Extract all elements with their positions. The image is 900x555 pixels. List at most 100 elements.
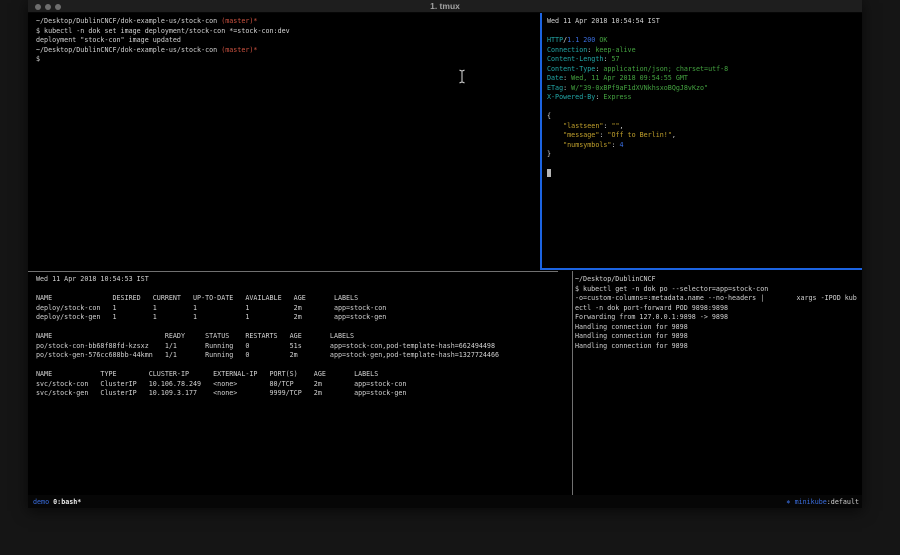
- text-segment: -o=custom-columns=:metadata.name --no-he…: [575, 294, 857, 302]
- text-segment: 1.1 200: [567, 36, 595, 44]
- text-segment: "message": [563, 131, 599, 139]
- terminal-line: deploy/stock-con 1 1 1 1 2m app=stock-co…: [36, 304, 571, 314]
- text-segment: ,: [672, 131, 676, 139]
- text-segment: $ kubectl -n dok set image deployment/st…: [36, 27, 290, 35]
- text-segment: {: [547, 112, 551, 120]
- status-kube-context: ⎈ minikube:default: [787, 498, 859, 506]
- pane-http-response[interactable]: Wed 11 Apr 2018 10:54:54 ISTHTTP/1.1 200…: [542, 13, 862, 268]
- terminal-line: [36, 323, 571, 333]
- text-segment: deployment "stock-con" image updated: [36, 36, 181, 44]
- terminal-line: HTTP/1.1 200 OK: [547, 36, 862, 46]
- text-segment: svc/stock-gen ClusterIP 10.109.3.177 <no…: [36, 389, 406, 397]
- terminal-line: ETag: W/"39-0xBPf9aF1dXVNkhsxoBQgJ8vKzo": [547, 84, 862, 94]
- terminal-line: X-Powered-By: Express: [547, 93, 862, 103]
- terminal-line: $: [36, 55, 538, 65]
- terminal-line: [547, 27, 862, 37]
- terminal-line: NAME READY STATUS RESTARTS AGE LABELS: [36, 332, 571, 342]
- text-segment: :: [563, 84, 571, 92]
- text-segment: Express: [603, 93, 631, 101]
- text-segment: HTTP: [547, 36, 563, 44]
- terminal-line: Content-Length: 57: [547, 55, 862, 65]
- terminal-line: deployment "stock-con" image updated: [36, 36, 538, 46]
- desktop-background: 1. tmux ~/Desktop/DublinCNCF/dok-example…: [0, 0, 900, 555]
- mouse-cursor-ibeam: [458, 69, 466, 84]
- text-segment: :default: [827, 498, 859, 506]
- traffic-light-buttons: [35, 4, 61, 10]
- terminal-line: [547, 103, 862, 113]
- pane-kubectl-resources[interactable]: Wed 11 Apr 2018 10:54:53 IST NAME DESIRED…: [28, 272, 571, 495]
- text-segment: NAME READY STATUS RESTARTS AGE LABELS: [36, 332, 354, 340]
- terminal-line: $ kubectl -n dok set image deployment/st…: [36, 27, 538, 37]
- terminal-line: ectl -n dok port-forward POD 9898:9898: [575, 304, 862, 314]
- close-button[interactable]: [35, 4, 41, 10]
- text-segment: Wed, 11 Apr 2018 09:54:55 GMT: [571, 74, 688, 82]
- text-segment: Handling connection for 9898: [575, 342, 688, 350]
- terminal-line: "message": "Off to Berlin!",: [547, 131, 862, 141]
- terminal-line: deploy/stock-gen 1 1 1 1 2m app=stock-ge…: [36, 313, 571, 323]
- text-segment: $: [36, 55, 40, 63]
- terminal-line: Handling connection for 9898: [575, 342, 862, 352]
- text-segment: Handling connection for 9898: [575, 332, 688, 340]
- text-segment: NAME DESIRED CURRENT UP-TO-DATE AVAILABL…: [36, 294, 358, 302]
- terminal-line: Handling connection for 9898: [575, 332, 862, 342]
- terminal-line: Wed 11 Apr 2018 10:54:53 IST: [36, 275, 571, 285]
- text-segment: ETag: [547, 84, 563, 92]
- terminal-window: 1. tmux ~/Desktop/DublinCNCF/dok-example…: [28, 0, 862, 508]
- window-titlebar[interactable]: 1. tmux: [28, 0, 862, 13]
- terminal-line: po/stock-gen-576cc688bb-44kmn 1/1 Runnin…: [36, 351, 571, 361]
- minimize-button[interactable]: [45, 4, 51, 10]
- text-segment: X-Powered-By: [547, 93, 595, 101]
- text-segment: 4: [620, 141, 624, 149]
- terminal-line: [547, 160, 862, 170]
- text-segment: "": [611, 122, 619, 130]
- terminal-line: po/stock-con-bb68f88fd-kzsxz 1/1 Running…: [36, 342, 571, 352]
- text-segment: Handling connection for 9898: [575, 323, 688, 331]
- terminal-line: [547, 169, 862, 179]
- terminal-line: Content-Type: application/json; charset=…: [547, 65, 862, 75]
- terminal-line: [36, 361, 571, 371]
- text-segment: ,: [620, 122, 624, 130]
- text-segment: Forwarding from 127.0.0.1:9898 -> 9898: [575, 313, 728, 321]
- pane-divider-vertical[interactable]: [572, 271, 573, 495]
- text-segment: NAME TYPE CLUSTER-IP EXTERNAL-IP PORT(S)…: [36, 370, 378, 378]
- text-segment: }: [547, 150, 551, 158]
- text-segment: ~/Desktop/DublinCNCF/dok-example-us/stoc…: [36, 17, 221, 25]
- text-segment: ectl -n dok port-forward POD 9898:9898: [575, 304, 728, 312]
- text-segment: Wed 11 Apr 2018 10:54:53 IST: [36, 275, 149, 283]
- text-segment: deploy/stock-gen 1 1 1 1 2m app=stock-ge…: [36, 313, 386, 321]
- text-segment: ~/Desktop/DublinCNCF/dok-example-us/stoc…: [36, 46, 221, 54]
- text-segment: [547, 169, 551, 177]
- text-segment: po/stock-gen-576cc688bb-44kmn 1/1 Runnin…: [36, 351, 499, 359]
- terminal-line: svc/stock-con ClusterIP 10.106.78.249 <n…: [36, 380, 571, 390]
- text-segment: :: [563, 74, 571, 82]
- terminal-line: Connection: keep-alive: [547, 46, 862, 56]
- pane-divider-horizontal-active[interactable]: [540, 268, 862, 270]
- zoom-button[interactable]: [55, 4, 61, 10]
- text-segment: :: [611, 141, 619, 149]
- text-segment: demo: [33, 498, 49, 506]
- text-segment: OK: [599, 36, 607, 44]
- text-segment: po/stock-con-bb68f88fd-kzsxz 1/1 Running…: [36, 342, 495, 350]
- text-segment: Content-Type: [547, 65, 595, 73]
- terminal-line: NAME TYPE CLUSTER-IP EXTERNAL-IP PORT(S)…: [36, 370, 571, 380]
- text-segment: svc/stock-con ClusterIP 10.106.78.249 <n…: [36, 380, 406, 388]
- terminal-line: svc/stock-gen ClusterIP 10.109.3.177 <no…: [36, 389, 571, 399]
- terminal-line: NAME DESIRED CURRENT UP-TO-DATE AVAILABL…: [36, 294, 571, 304]
- text-segment: [547, 141, 563, 149]
- text-segment: [547, 122, 563, 130]
- terminal-line: {: [547, 112, 862, 122]
- pane-port-forward[interactable]: ~/Desktop/DublinCNCF $ kubectl get -n dok…: [574, 272, 862, 495]
- terminal-line: ~/Desktop/DublinCNCF: [575, 275, 862, 285]
- text-segment: ~/Desktop/DublinCNCF: [575, 275, 656, 283]
- terminal-line: [36, 285, 571, 295]
- text-segment: $ kubectl get -n dok po --selector=app=s…: [575, 285, 768, 293]
- terminal-line: Forwarding from 127.0.0.1:9898 -> 9898: [575, 313, 862, 323]
- pane-shell-kubectl-set-image[interactable]: ~/Desktop/DublinCNCF/dok-example-us/stoc…: [28, 13, 540, 268]
- text-segment: deploy/stock-con 1 1 1 1 2m app=stock-co…: [36, 304, 386, 312]
- text-segment: Content-Length: [547, 55, 603, 63]
- terminal-line: $ kubectl get -n dok po --selector=app=s…: [575, 285, 862, 295]
- terminal-line: "numsymbols": 4: [547, 141, 862, 151]
- text-segment: (master)*: [221, 17, 257, 25]
- tmux-status-bar: demo 0:bash* ⎈ minikube:default: [28, 495, 862, 508]
- status-session-and-window[interactable]: demo 0:bash*: [33, 498, 81, 506]
